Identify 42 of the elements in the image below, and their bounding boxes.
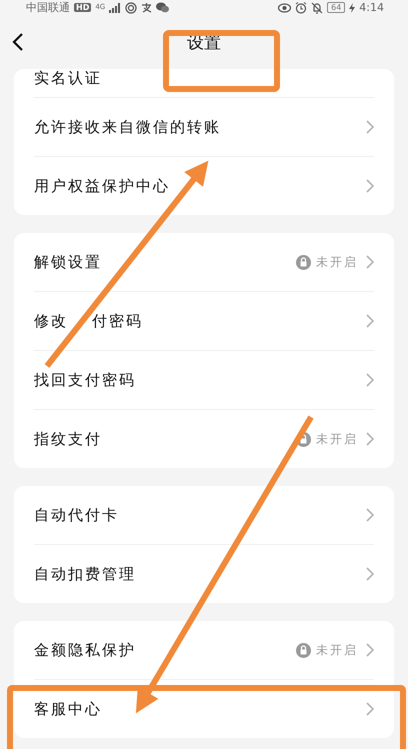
settings-row[interactable]: 修改 付密码 <box>34 291 374 350</box>
clock-time: 4:14 <box>359 1 384 14</box>
hotspot-icon <box>125 2 138 14</box>
status-text: 未开启 <box>316 430 358 448</box>
back-icon <box>12 33 24 51</box>
carrier-name: 中国联通 <box>26 0 70 15</box>
battery-level: 64 <box>327 2 346 13</box>
chevron-icon <box>366 120 374 134</box>
payment-app-icon <box>141 2 152 13</box>
chevron-icon <box>366 508 374 522</box>
lock-icon <box>296 432 311 446</box>
signal-icon <box>109 2 122 12</box>
chevron-icon <box>366 179 374 193</box>
chevron-icon <box>366 432 374 446</box>
settings-row[interactable]: 解锁设置 未开启 <box>34 233 374 291</box>
settings-row[interactable]: 自动代付卡 <box>34 486 374 544</box>
chevron-icon <box>366 314 374 328</box>
settings-row[interactable]: 实名认证 <box>34 69 374 97</box>
row-label: 付密码 <box>92 312 143 330</box>
chevron-icon <box>366 373 374 387</box>
hd-badge: HD <box>74 3 92 12</box>
chevron-icon <box>366 702 374 716</box>
muted-bell-icon <box>311 2 324 14</box>
settings-row[interactable]: 客服中心 <box>34 679 374 738</box>
alarm-icon <box>295 2 308 14</box>
chevron-icon <box>366 255 374 269</box>
row-label: 修改 <box>34 312 68 330</box>
settings-row[interactable]: 指纹支付 未开启 <box>34 409 374 468</box>
lock-icon <box>296 254 311 270</box>
status-text: 未开启 <box>316 642 358 658</box>
status-text: 未开启 <box>316 254 358 270</box>
settings-row[interactable]: 用户权益保护中心 <box>34 156 374 215</box>
chevron-icon <box>366 643 374 657</box>
settings-row[interactable]: 允许接收来自微信的转账 <box>34 97 374 156</box>
eye-icon <box>278 2 292 12</box>
settings-row[interactable]: 自动扣费管理 <box>34 544 374 603</box>
charging-icon <box>349 2 356 12</box>
chat-app-icon <box>156 2 170 13</box>
settings-row[interactable]: 找回支付密码 <box>34 350 374 409</box>
chevron-icon <box>366 567 374 581</box>
lock-icon <box>296 642 311 658</box>
settings-row[interactable]: 金额隐私保护 未开启 <box>34 621 374 679</box>
